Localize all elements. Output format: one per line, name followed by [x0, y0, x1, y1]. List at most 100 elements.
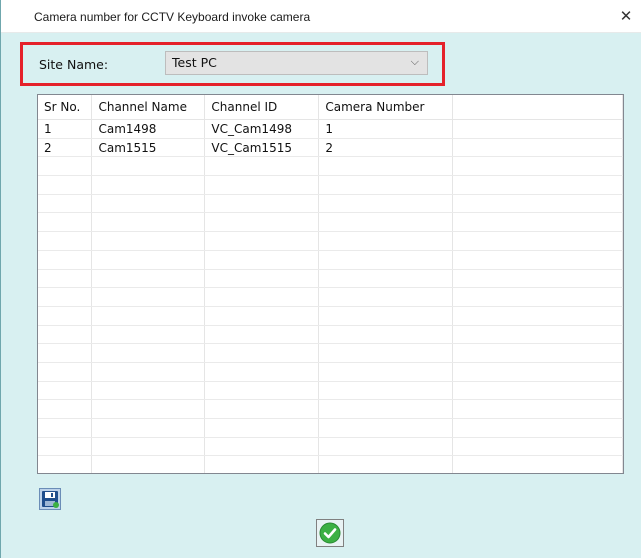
cell-camera-number[interactable]: 1	[318, 119, 454, 139]
title-bar: Camera number for CCTV Keyboard invoke c…	[1, 0, 641, 33]
empty-table-row	[38, 455, 623, 473]
empty-cell	[91, 306, 206, 326]
empty-cell	[318, 399, 454, 419]
empty-cell	[452, 343, 623, 363]
empty-cell	[452, 269, 623, 289]
empty-cell	[318, 362, 454, 382]
empty-cell	[38, 156, 93, 177]
empty-cell	[91, 455, 206, 473]
empty-cell	[38, 362, 93, 382]
cell-channel-name: Cam1498	[91, 119, 206, 139]
empty-cell	[452, 175, 623, 195]
cell-channel-id: VC_Cam1515	[204, 138, 320, 158]
cell-channel-name: Cam1515	[91, 138, 206, 158]
empty-cell	[91, 325, 206, 345]
empty-cell	[318, 250, 454, 270]
empty-cell	[204, 231, 320, 251]
column-header-channel-name[interactable]: Channel Name	[91, 95, 206, 120]
empty-cell	[318, 325, 454, 345]
floppy-save-icon	[42, 491, 59, 508]
empty-cell	[204, 175, 320, 195]
empty-cell	[204, 194, 320, 214]
empty-table-row	[38, 231, 623, 251]
column-header-camera-number[interactable]: Camera Number	[318, 95, 454, 120]
empty-cell	[38, 325, 93, 345]
column-header-sr-no[interactable]: Sr No.	[38, 95, 93, 120]
empty-table-row	[38, 175, 623, 195]
empty-cell	[318, 156, 454, 177]
empty-cell	[452, 306, 623, 326]
empty-cell	[318, 175, 454, 195]
empty-table-row	[38, 156, 623, 177]
empty-cell	[38, 418, 93, 438]
empty-cell	[91, 231, 206, 251]
empty-cell	[38, 399, 93, 419]
empty-cell	[204, 250, 320, 270]
empty-cell	[318, 437, 454, 457]
dialog-window: Camera number for CCTV Keyboard invoke c…	[0, 0, 641, 558]
empty-cell	[204, 381, 320, 401]
empty-cell	[452, 194, 623, 214]
empty-cell	[38, 231, 93, 251]
empty-cell	[204, 287, 320, 307]
empty-cell	[452, 250, 623, 270]
empty-cell	[452, 437, 623, 457]
empty-cell	[38, 175, 93, 195]
empty-table-row	[38, 418, 623, 438]
cell-channel-id: VC_Cam1498	[204, 119, 320, 139]
empty-cell	[318, 194, 454, 214]
empty-cell	[318, 343, 454, 363]
empty-cell	[452, 362, 623, 382]
site-name-dropdown[interactable]: Test PC ⌵	[165, 51, 428, 75]
cell-filler	[452, 138, 623, 158]
empty-table-row	[38, 287, 623, 307]
empty-cell	[452, 156, 623, 177]
empty-cell	[318, 269, 454, 289]
empty-cell	[452, 418, 623, 438]
empty-table-row	[38, 362, 623, 382]
ok-button[interactable]	[316, 519, 344, 547]
table-row[interactable]: 1 Cam1498 VC_Cam1498 1	[38, 119, 623, 139]
window-title: Camera number for CCTV Keyboard invoke c…	[34, 10, 311, 24]
close-button[interactable]: ✕	[610, 0, 641, 32]
empty-table-row	[38, 306, 623, 326]
empty-cell	[38, 437, 93, 457]
site-name-highlight: Site Name: Test PC ⌵	[20, 42, 445, 86]
empty-cell	[91, 362, 206, 382]
empty-cell	[91, 194, 206, 214]
empty-table-row	[38, 194, 623, 214]
empty-cell	[38, 194, 93, 214]
green-check-icon	[319, 522, 341, 544]
empty-cell	[38, 269, 93, 289]
save-button[interactable]	[39, 488, 61, 510]
empty-cell	[452, 455, 623, 473]
empty-cell	[204, 455, 320, 473]
close-icon: ✕	[619, 7, 633, 25]
table-row[interactable]: 2 Cam1515 VC_Cam1515 2	[38, 138, 623, 158]
chevron-down-icon: ⌵	[410, 55, 419, 68]
empty-table-row	[38, 437, 623, 457]
empty-cell	[318, 418, 454, 438]
empty-cell	[318, 306, 454, 326]
empty-cell	[204, 437, 320, 457]
empty-cell	[318, 231, 454, 251]
empty-cell	[318, 455, 454, 473]
empty-cell	[38, 250, 93, 270]
empty-cell	[452, 212, 623, 233]
empty-cell	[452, 287, 623, 307]
site-name-selected-value: Test PC	[172, 55, 217, 70]
empty-cell	[38, 381, 93, 401]
empty-cell	[204, 212, 320, 233]
empty-cell	[452, 325, 623, 345]
empty-cell	[38, 212, 93, 233]
empty-cell	[91, 175, 206, 195]
cell-camera-number[interactable]: 2	[318, 138, 454, 158]
empty-cell	[38, 306, 93, 326]
column-header-filler	[452, 95, 623, 120]
empty-cell	[38, 455, 93, 473]
empty-cell	[38, 287, 93, 307]
empty-cell	[91, 437, 206, 457]
empty-cell	[91, 212, 206, 233]
column-header-channel-id[interactable]: Channel ID	[204, 95, 320, 120]
camera-table[interactable]: Sr No. Channel Name Channel ID Camera Nu…	[37, 94, 624, 474]
